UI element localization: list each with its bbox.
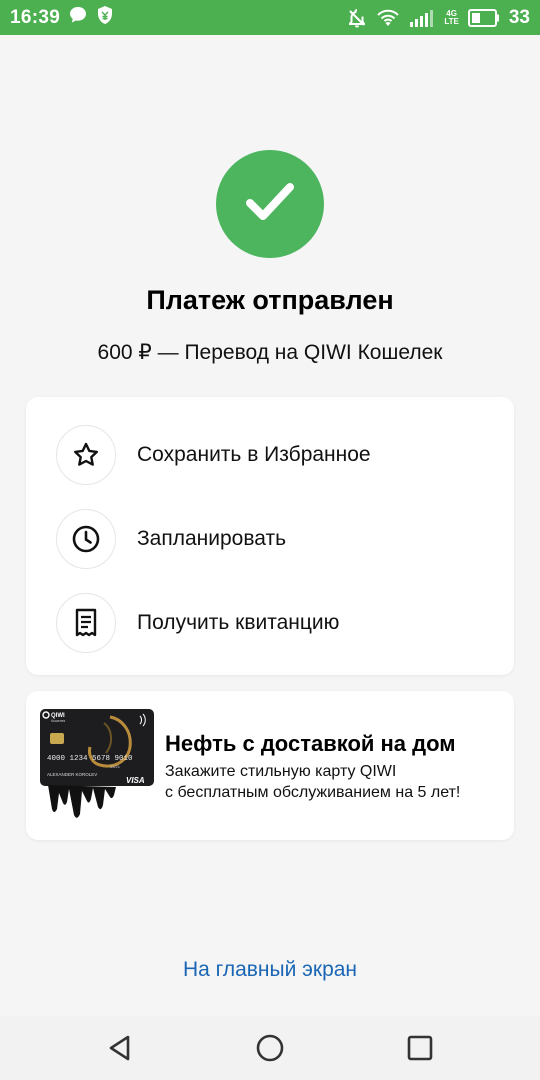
actions-card: Сохранить в Избранное Запланировать Полу… — [26, 397, 514, 675]
system-nav-bar — [0, 1016, 540, 1080]
action-get-receipt[interactable]: Получить квитанцию — [26, 581, 514, 665]
network-type-bottom: LTE — [444, 16, 459, 26]
home-icon[interactable] — [252, 1030, 288, 1066]
promo-card-number: 4000 1234 5678 9010 — [47, 755, 133, 763]
action-schedule[interactable]: Запланировать — [26, 497, 514, 581]
mute-icon — [347, 8, 367, 28]
promo-banner[interactable]: QIWI Кошелек 4000 1234 5678 9010 05/21 A… — [26, 691, 514, 840]
recents-icon[interactable] — [402, 1030, 438, 1066]
star-icon — [56, 425, 116, 485]
promo-description: Закажите стильную карту QIWI с бесплатны… — [165, 761, 460, 803]
action-save-favorite[interactable]: Сохранить в Избранное — [26, 413, 514, 497]
promo-line-2: с бесплатным обслуживанием на 5 лет! — [165, 784, 461, 801]
success-badge — [216, 150, 324, 258]
payment-summary: 600 ₽ — Перевод на QIWI Кошелек — [97, 341, 443, 364]
network-type: 4G LTE — [444, 9, 459, 26]
promo-title: Нефть с доставкой на дом — [165, 731, 456, 756]
battery-level: 33 — [508, 6, 530, 28]
promo-card-expiry: 05/21 — [110, 764, 121, 769]
back-icon[interactable] — [102, 1030, 138, 1066]
wifi-icon — [376, 8, 400, 28]
page-title: Платеж отправлен — [146, 285, 394, 315]
status-time: 16:39 — [10, 6, 61, 28]
clock-icon — [56, 509, 116, 569]
promo-card-network: VISA — [126, 776, 145, 785]
chat-icon — [68, 5, 88, 30]
action-label: Запланировать — [137, 527, 287, 550]
receipt-icon — [56, 593, 116, 653]
action-label: Сохранить в Избранное — [137, 443, 371, 466]
promo-card-image: QIWI Кошелек 4000 1234 5678 9010 05/21 A… — [40, 709, 154, 818]
home-screen-link[interactable]: На главный экран — [0, 958, 540, 982]
signal-icon — [409, 8, 435, 28]
promo-card-holder: ALEXANDER KOROLEV — [47, 772, 97, 777]
promo-card-brand-sub: Кошелек — [51, 719, 66, 723]
promo-line-1: Закажите стильную карту QIWI — [165, 763, 397, 780]
action-label: Получить квитанцию — [137, 611, 340, 634]
shield-icon — [96, 5, 114, 30]
check-icon — [243, 175, 297, 234]
status-bar: 16:39 4G LTE 33 — [0, 0, 540, 35]
battery-icon — [467, 8, 500, 27]
